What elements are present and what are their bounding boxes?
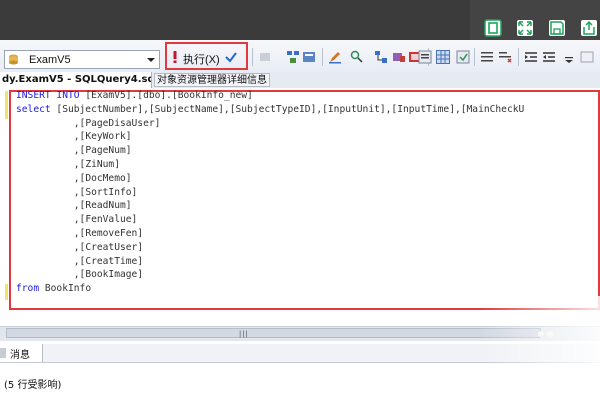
tab-object-explorer-details[interactable]: 对象资源管理器详细信息 (154, 73, 270, 87)
code-column: ,[KeyWork] (73, 131, 132, 143)
edge-fade (480, 296, 600, 400)
keyword-from: from (16, 283, 40, 295)
code-column: ,[ReadNum] (73, 200, 132, 212)
code-column: ,[CreatUser] (73, 241, 144, 253)
code-column: ,[PageDisaUser] (73, 117, 161, 129)
decrease-indent-icon[interactable] (524, 50, 538, 64)
scrollbar-grip-icon: ||| (238, 330, 249, 338)
toolbar-separator (322, 48, 323, 66)
display-plan-icon[interactable] (286, 50, 300, 64)
include-plan-icon[interactable] (374, 50, 388, 64)
scrollbar-thumb[interactable] (6, 328, 541, 338)
keyword-insert-into: INSERT INTO (16, 90, 80, 101)
code-select-columns: [SubjectNumber],[SubjectName],[SubjectTy… (50, 103, 525, 115)
sql-code[interactable]: INSERT INTO [ExamV5].[dbo].[BookInfo_new… (16, 89, 524, 296)
toolbar-separator (474, 48, 475, 66)
client-statistics-icon[interactable] (392, 50, 406, 64)
copy-icon[interactable] (482, 17, 504, 39)
toolbar-separator (252, 48, 253, 66)
tab-sqlquery4[interactable]: dy.ExamV5 - SQLQuery4.sql* (0, 72, 152, 88)
database-icon (9, 54, 18, 65)
uncomment-icon[interactable] (498, 50, 512, 64)
toolbar-separator (518, 48, 519, 66)
code-source-table: BookInfo (39, 283, 92, 295)
specify-values-icon[interactable] (580, 50, 594, 64)
code-target-table: [ExamV5].[dbo].[BookInfo_new] (79, 90, 253, 101)
rows-affected-message: (5 行受影响) (4, 380, 62, 391)
chevron-down-icon (147, 58, 155, 62)
code-column: ,[FenValue] (73, 214, 138, 226)
database-name: ExamV5 (29, 54, 71, 66)
expand-icon[interactable] (514, 17, 536, 39)
code-column: ,[CreatTime] (73, 255, 144, 267)
results-to-grid-icon[interactable] (436, 50, 450, 64)
share-icon[interactable] (578, 17, 600, 39)
execute-button[interactable]: 执行(X) (183, 51, 220, 67)
code-column: ,[DocMemo] (73, 172, 132, 184)
edit-pencil-icon[interactable] (328, 50, 342, 64)
query-designer-icon[interactable] (302, 50, 316, 64)
parse-check-icon[interactable] (224, 50, 238, 64)
save-icon[interactable] (546, 17, 568, 39)
execute-icon[interactable] (172, 51, 178, 63)
cancel-query-icon[interactable] (258, 50, 272, 64)
change-marker (5, 284, 8, 300)
change-marker (5, 91, 8, 119)
comment-out-icon[interactable] (480, 50, 494, 64)
code-column: ,[SortInfo] (73, 186, 138, 198)
results-to-text-icon[interactable] (418, 50, 432, 64)
toolbar-overflow-icon[interactable] (562, 50, 576, 64)
keyword-select: select (16, 103, 51, 115)
increase-indent-icon[interactable] (542, 50, 556, 64)
tab-messages-label: 消息 (10, 350, 30, 361)
database-select[interactable]: ExamV5 (4, 50, 160, 69)
code-column: ,[ZiNum] (73, 158, 120, 170)
code-column: ,[RemoveFen] (73, 227, 144, 239)
code-column: ,[PageNum] (73, 145, 132, 157)
code-column: ,[BookImage] (73, 269, 144, 281)
results-to-file-icon[interactable] (456, 50, 470, 64)
message-icon (0, 348, 6, 358)
intellisense-icon[interactable] (350, 50, 364, 64)
